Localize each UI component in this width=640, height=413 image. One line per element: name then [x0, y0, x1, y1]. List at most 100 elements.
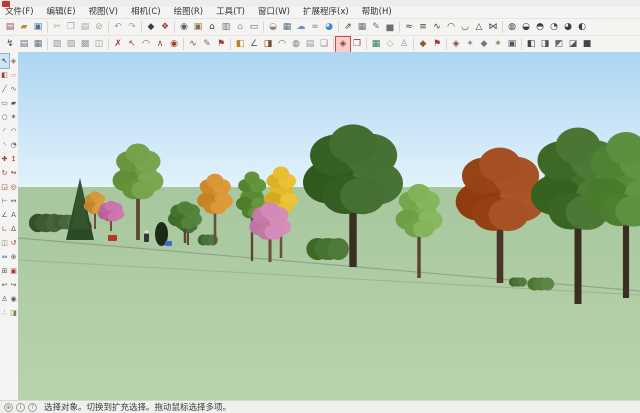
previous-view-tool[interactable]: ↩ — [0, 278, 9, 292]
gem-texture-button[interactable]: ◈ — [449, 37, 463, 52]
home-outline-button[interactable]: ⌂ — [233, 20, 247, 35]
position-camera-tool[interactable]: ♙ — [0, 292, 9, 306]
solid-box-a-button[interactable]: ◧ — [524, 37, 538, 52]
marker-pen-button[interactable]: ✎ — [200, 37, 214, 52]
pencil-ruler-button[interactable]: ✎ — [369, 20, 383, 35]
dc-interact-button[interactable]: ↯ — [3, 37, 17, 52]
sandbox-smoove-button[interactable]: ∿ — [430, 20, 444, 35]
polygon-tool[interactable]: ✶ — [9, 110, 18, 124]
credit-icon[interactable]: i — [16, 403, 25, 412]
sandbox-from-scratch-button[interactable]: ≡ — [416, 20, 430, 35]
push-pull-tool[interactable]: ↥ — [9, 152, 18, 166]
disc-tool-button[interactable]: ◍ — [289, 37, 303, 52]
rotate-tool[interactable]: ↻ — [0, 166, 9, 180]
plant-asset-button[interactable]: ✶ — [491, 37, 505, 52]
scale-tool[interactable]: ◲ — [0, 180, 9, 194]
link-button[interactable]: ∞ — [308, 20, 322, 35]
tape-measure-tool[interactable]: ⊢ — [0, 194, 9, 208]
sheet-tool-button[interactable]: ▤ — [303, 37, 317, 52]
solid-outer-shell-button[interactable]: ◍ — [505, 20, 519, 35]
next-view-tool[interactable]: ↪ — [9, 278, 18, 292]
make-component-tool[interactable]: ◈ — [9, 54, 18, 68]
move-tool[interactable]: ✚ — [0, 152, 9, 166]
erase-button[interactable]: ⊘ — [92, 20, 106, 35]
render-plugin-button[interactable]: ◈ — [336, 37, 350, 52]
sandbox-drape-button[interactable]: ◡ — [458, 20, 472, 35]
copy-button[interactable]: ❐ — [64, 20, 78, 35]
send-to-layout-button[interactable]: ⇗ — [341, 20, 355, 35]
sandbox-flip-edge-button[interactable]: ⋈ — [486, 20, 500, 35]
paste-button[interactable]: ▤ — [78, 20, 92, 35]
dc-options-button[interactable]: ▤ — [17, 37, 31, 52]
menu-tools[interactable]: 工具(T) — [216, 7, 245, 18]
open-file-button[interactable]: ▰ — [17, 20, 31, 35]
rectangle-tool[interactable]: ▭ — [0, 96, 9, 110]
undo-button[interactable]: ↶ — [111, 20, 125, 35]
soften-edges-button[interactable]: ▧ — [50, 37, 64, 52]
look-around-tool[interactable]: ◉ — [9, 292, 18, 306]
menu-file[interactable]: 文件(F) — [5, 7, 34, 18]
note-tool-button[interactable]: ❑ — [317, 37, 331, 52]
wood-material-button[interactable]: ◨ — [261, 37, 275, 52]
solid-subtract-button[interactable]: ◔ — [547, 20, 561, 35]
dove-icon-button[interactable]: ◇ — [383, 37, 397, 52]
stone-texture-button[interactable]: ◆ — [477, 37, 491, 52]
sandbox-add-detail-button[interactable]: △ — [472, 20, 486, 35]
blue-item[interactable] — [165, 241, 172, 246]
bush-center[interactable] — [306, 238, 349, 260]
material-table-button[interactable]: ▦ — [369, 37, 383, 52]
solid-box-b-button[interactable]: ◨ — [538, 37, 552, 52]
solid-trim-button[interactable]: ◕ — [561, 20, 575, 35]
paint-bucket-tool[interactable]: ◧ — [0, 68, 9, 82]
component-box-button[interactable]: ▣ — [191, 20, 205, 35]
freehand-tool[interactable]: ∿ — [9, 82, 18, 96]
walk-tool[interactable]: ∴ — [0, 306, 9, 320]
arch-tool-button[interactable]: ◠ — [275, 37, 289, 52]
sandbox-from-contours-button[interactable]: ≈ — [402, 20, 416, 35]
trimble-connect-button[interactable]: ◕ — [322, 20, 336, 35]
menu-help[interactable]: 帮助(H) — [362, 7, 392, 18]
box-open-button[interactable]: ▥ — [219, 20, 233, 35]
save-file-button[interactable]: ▣ — [31, 20, 45, 35]
three-point-arc-tool[interactable]: ◝ — [0, 138, 9, 152]
bag-asset-button[interactable]: ◆ — [416, 37, 430, 52]
chart-bars-button[interactable]: ▅ — [383, 20, 397, 35]
circle-tool[interactable]: ○ — [0, 110, 9, 124]
zoom-extents-tool[interactable]: ▣ — [9, 264, 18, 278]
eraser-tool[interactable]: ▱ — [9, 68, 18, 82]
sandbox-stamp-button[interactable]: ◠ — [444, 20, 458, 35]
bush-right-2[interactable] — [527, 278, 554, 291]
plugin-curve-eye-button[interactable]: ◉ — [167, 37, 181, 52]
flag-asset-button[interactable]: ⚑ — [430, 37, 444, 52]
select-tool[interactable]: ↖ — [0, 54, 9, 68]
upload-cloud-button[interactable]: ☁ — [294, 20, 308, 35]
viewport-canvas[interactable] — [18, 52, 640, 400]
text-tool[interactable]: A — [9, 208, 18, 222]
rotated-rectangle-tool[interactable]: ▰ — [9, 96, 18, 110]
plugin-peak-button[interactable]: ∧ — [153, 37, 167, 52]
fog-button[interactable]: ▩ — [78, 37, 92, 52]
angle-tool-button[interactable]: ∠ — [247, 37, 261, 52]
extension-store-button[interactable]: ❖ — [158, 20, 172, 35]
pan-tool[interactable]: ⇔ — [0, 250, 9, 264]
line-tool[interactable]: ╱ — [0, 82, 9, 96]
flag-tool-button[interactable]: ⚑ — [214, 37, 228, 52]
shadows-button[interactable]: ▨ — [64, 37, 78, 52]
help-icon[interactable]: ? — [28, 403, 37, 412]
report-table-button[interactable]: ▦ — [355, 20, 369, 35]
solid-box-c-button[interactable]: ◩ — [552, 37, 566, 52]
bush-right-1[interactable] — [509, 277, 527, 286]
cut-button[interactable]: ✂ — [50, 20, 64, 35]
menu-extensions[interactable]: 扩展程序(x) — [303, 7, 349, 18]
paint-roller-button[interactable]: ◧ — [233, 37, 247, 52]
image-share-button[interactable]: ▦ — [280, 20, 294, 35]
offset-tool[interactable]: ◎ — [9, 180, 18, 194]
spray-texture-button[interactable]: ✦ — [463, 37, 477, 52]
axes-tool[interactable]: ∟ — [0, 222, 9, 236]
3d-text-tool[interactable]: Δ — [9, 222, 18, 236]
zoom-window-tool[interactable]: ⊞ — [0, 264, 9, 278]
tray-button[interactable]: ▭ — [247, 20, 261, 35]
person-figure[interactable] — [144, 230, 149, 242]
solid-intersect-button[interactable]: ◒ — [519, 20, 533, 35]
redo-button[interactable]: ↷ — [125, 20, 139, 35]
